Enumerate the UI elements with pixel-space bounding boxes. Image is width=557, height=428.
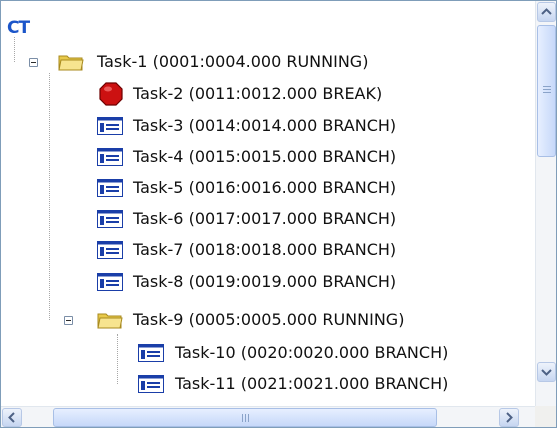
tree-node-label: Task-10 (0020:0020.000 BRANCH) xyxy=(175,343,449,362)
tree-node-label: Task-3 (0014:0014.000 BRANCH) xyxy=(133,116,397,135)
chevron-up-icon xyxy=(541,8,552,15)
collapse-toggle[interactable] xyxy=(29,58,38,67)
tree-node-task-8[interactable]: Task-8 (0019:0019.000 BRANCH) xyxy=(1,269,535,295)
tree-node-task-2[interactable]: Task-2 (0011:0012.000 BREAK) xyxy=(1,81,535,107)
scrollbar-corner xyxy=(535,406,556,427)
vertical-scroll-thumb[interactable] xyxy=(537,25,556,157)
tree-node-label: Task-9 (0005:0005.000 RUNNING) xyxy=(133,310,405,329)
task-tree: CT Task-1 (0001:0004.000 RUNNING) Task-2… xyxy=(1,1,535,406)
tree-node-task-11[interactable]: Task-11 (0021:0021.000 BRANCH) xyxy=(1,371,535,397)
branch-icon xyxy=(97,241,123,259)
branch-icon xyxy=(97,148,123,166)
tree-node-task-6[interactable]: Task-6 (0017:0017.000 BRANCH) xyxy=(1,206,535,232)
branch-icon xyxy=(97,117,123,135)
tree-node-task-4[interactable]: Task-4 (0015:0015.000 BRANCH) xyxy=(1,144,535,170)
grip-icon xyxy=(543,86,551,93)
branch-icon xyxy=(138,344,164,362)
vertical-scrollbar[interactable] xyxy=(535,1,556,406)
tree-node-task-5[interactable]: Task-5 (0016:0016.000 BRANCH) xyxy=(1,175,535,201)
horizontal-scrollbar[interactable] xyxy=(1,406,535,427)
chevron-down-icon xyxy=(541,369,552,376)
scroll-left-button[interactable] xyxy=(2,408,22,427)
task-tree-panel: CT Task-1 (0001:0004.000 RUNNING) Task-2… xyxy=(0,0,557,428)
branch-icon xyxy=(97,210,123,228)
branch-icon xyxy=(97,273,123,291)
tree-node-label: Task-8 (0019:0019.000 BRANCH) xyxy=(133,272,397,291)
tree-node-label: Task-11 (0021:0021.000 BRANCH) xyxy=(175,374,449,393)
scroll-right-button[interactable] xyxy=(499,408,519,427)
tree-node-task-10[interactable]: Task-10 (0020:0020.000 BRANCH) xyxy=(1,340,535,366)
tree-node-task-7[interactable]: Task-7 (0018:0018.000 BRANCH) xyxy=(1,237,535,263)
ct-root-icon[interactable]: CT xyxy=(7,18,30,38)
grip-icon xyxy=(242,414,249,422)
collapse-toggle[interactable] xyxy=(64,316,73,325)
tree-node-task-9[interactable]: Task-9 (0005:0005.000 RUNNING) xyxy=(1,307,535,333)
branch-icon xyxy=(97,179,123,197)
tree-node-task-3[interactable]: Task-3 (0014:0014.000 BRANCH) xyxy=(1,113,535,139)
tree-node-label: Task-1 (0001:0004.000 RUNNING) xyxy=(97,52,369,71)
horizontal-scroll-thumb[interactable] xyxy=(53,408,437,427)
branch-icon xyxy=(138,375,164,393)
chevron-right-icon xyxy=(506,412,513,423)
folder-icon xyxy=(58,55,84,71)
tree-node-label: Task-7 (0018:0018.000 BRANCH) xyxy=(133,240,397,259)
tree-node-label: Task-6 (0017:0017.000 BRANCH) xyxy=(133,209,397,228)
stop-icon xyxy=(99,82,123,106)
scroll-down-button[interactable] xyxy=(537,362,556,382)
chevron-left-icon xyxy=(8,412,15,423)
tree-node-label: Task-2 (0011:0012.000 BREAK) xyxy=(133,84,383,103)
tree-node-label: Task-5 (0016:0016.000 BRANCH) xyxy=(133,178,397,197)
tree-node-task-1[interactable]: Task-1 (0001:0004.000 RUNNING) xyxy=(1,49,535,75)
tree-node-label: Task-4 (0015:0015.000 BRANCH) xyxy=(133,147,397,166)
scroll-up-button[interactable] xyxy=(537,2,556,22)
folder-icon xyxy=(97,313,123,329)
